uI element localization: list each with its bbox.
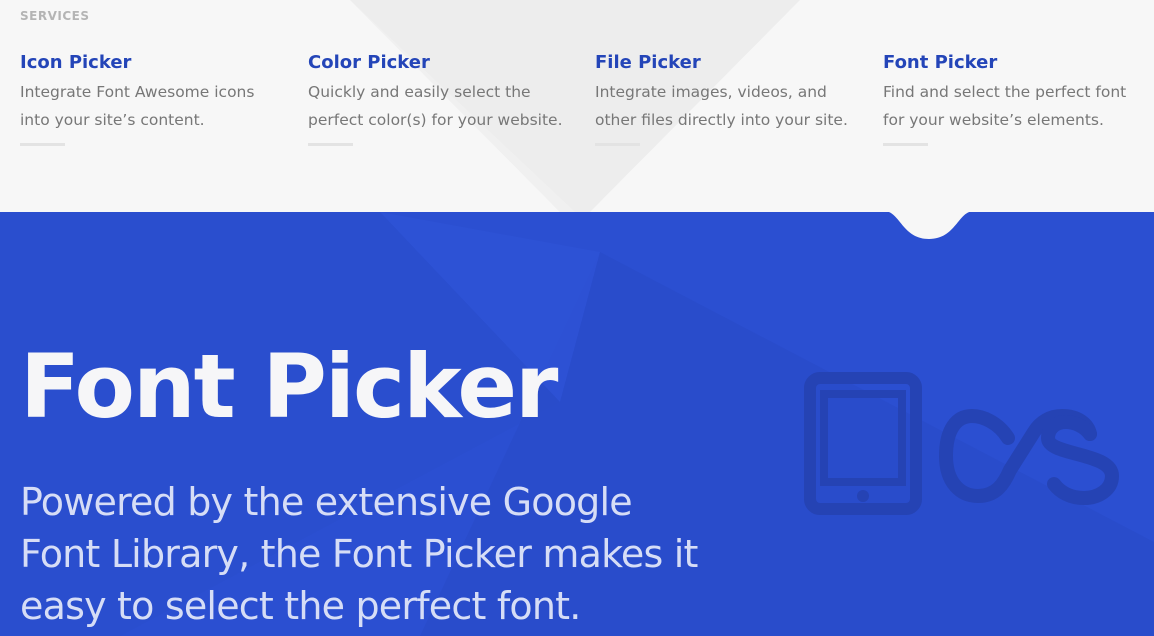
service-color-picker[interactable]: Color Picker Quickly and easily select t…: [308, 52, 578, 146]
hero-description: Powered by the extensive Google Font Lib…: [20, 480, 698, 628]
tablet-icon: [804, 372, 922, 515]
lastfm-icon: [938, 408, 1120, 506]
service-divider: [20, 143, 65, 146]
hero-section: Font Picker Powered by the extensive Goo…: [0, 212, 1154, 636]
service-font-picker[interactable]: Font Picker Find and select the perfect …: [883, 52, 1153, 146]
service-divider: [308, 143, 353, 146]
services-section: SERVICES Icon Picker Integrate Font Awes…: [0, 0, 1154, 212]
service-description: Quickly and easily select the perfect co…: [308, 83, 563, 129]
section-label: SERVICES: [20, 9, 90, 23]
active-service-pointer: [884, 211, 974, 239]
hero-title: Font Picker: [20, 335, 558, 438]
service-title[interactable]: Icon Picker: [20, 52, 290, 74]
service-file-picker[interactable]: File Picker Integrate images, videos, an…: [595, 52, 865, 146]
service-divider: [883, 143, 928, 146]
service-description: Integrate images, videos, and other file…: [595, 83, 848, 129]
service-description: Find and select the perfect font for you…: [883, 83, 1127, 129]
service-divider: [595, 143, 640, 146]
service-title[interactable]: File Picker: [595, 52, 865, 74]
service-title[interactable]: Color Picker: [308, 52, 578, 74]
service-title[interactable]: Font Picker: [883, 52, 1153, 74]
service-icon-picker[interactable]: Icon Picker Integrate Font Awesome icons…: [20, 52, 290, 146]
service-description: Integrate Font Awesome icons into your s…: [20, 83, 255, 129]
